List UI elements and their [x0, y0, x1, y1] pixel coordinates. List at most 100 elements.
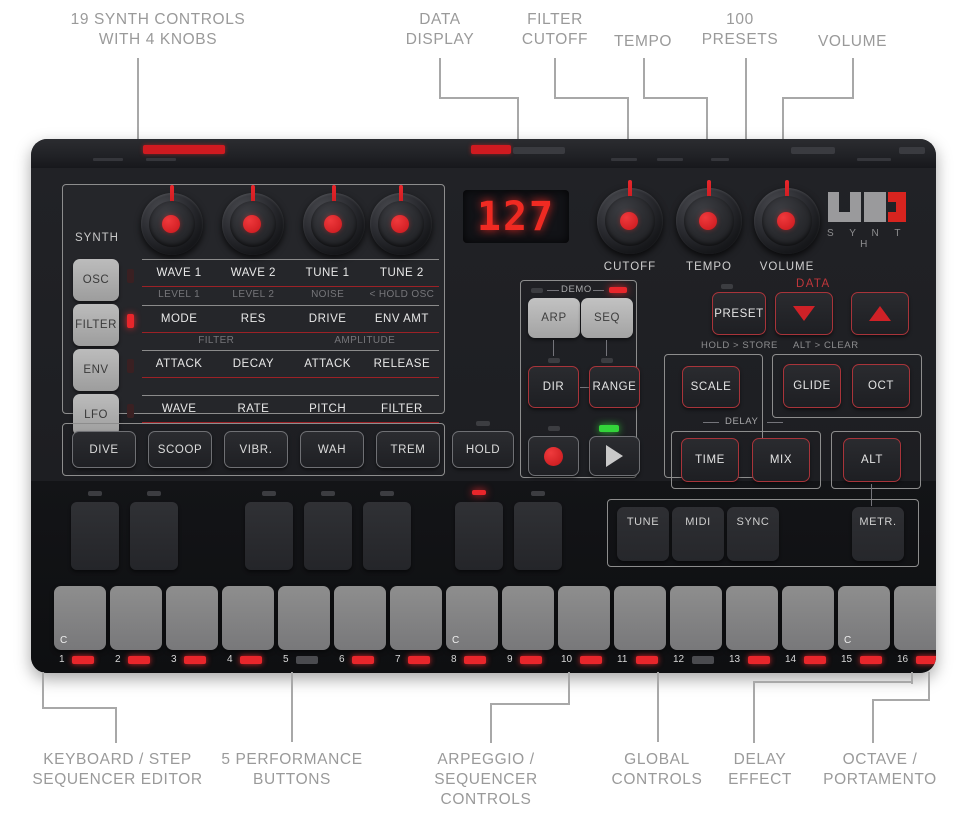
data-down-button[interactable]	[775, 292, 833, 335]
black-key-5[interactable]	[363, 502, 411, 570]
performance-button-scoop[interactable]: SCOOP	[148, 431, 212, 468]
step-number-16: 16	[897, 654, 909, 665]
white-key-1[interactable]: C	[54, 586, 106, 650]
demo-rule-left	[547, 290, 559, 292]
triangle-up-icon	[869, 306, 891, 321]
display-value: 127	[476, 193, 556, 240]
device-faceplate: SYNTH OSC FILTER ENV LFO WAVE 1 WAVE 2 T…	[31, 168, 936, 673]
knob-param-1[interactable]	[141, 185, 203, 255]
row-filter-bottom-rule	[142, 331, 439, 333]
uno-logo: S Y N T H	[826, 190, 908, 250]
knob-tempo[interactable]	[676, 180, 742, 254]
hold-button[interactable]: HOLD	[452, 431, 514, 468]
black-key-7[interactable]	[514, 502, 562, 570]
uno-logo-subtitle: S Y N T H	[827, 228, 907, 250]
white-key-3[interactable]	[166, 586, 218, 650]
step-number-11: 11	[617, 654, 628, 665]
black-key-2[interactable]	[130, 502, 178, 570]
glide-button[interactable]: GLIDE	[783, 364, 841, 408]
performance-button-trem[interactable]: TREM	[376, 431, 440, 468]
white-key-4[interactable]	[222, 586, 274, 650]
led-hold	[476, 421, 490, 426]
callout-performance: 5 PERFORMANCE BUTTONS	[221, 751, 363, 788]
step-led-10	[580, 656, 602, 664]
mode-button-osc[interactable]: OSC	[73, 259, 119, 301]
knob-center-2	[243, 215, 261, 233]
leader-arp-v1	[568, 672, 570, 704]
step-number-13: 13	[729, 654, 741, 665]
demo-rule-right	[593, 290, 604, 292]
delay-time-button[interactable]: TIME	[681, 438, 739, 482]
delay-mix-button[interactable]: MIX	[752, 438, 810, 482]
param-res: RES	[240, 313, 266, 325]
callout-delay: DELAY EFFECT	[728, 751, 792, 788]
oct-button[interactable]: OCT	[852, 364, 910, 408]
top-tiny-label-5	[711, 158, 729, 161]
black-key-1[interactable]	[71, 502, 119, 570]
play-button[interactable]	[589, 436, 640, 476]
leader-tempo-h	[643, 97, 708, 99]
white-key-12[interactable]	[670, 586, 722, 650]
env-header-filter: FILTER	[198, 335, 235, 346]
alt-button[interactable]: ALT	[843, 438, 901, 482]
arp-button[interactable]: ARP	[528, 298, 580, 338]
record-button[interactable]	[528, 436, 579, 476]
white-key-6[interactable]	[334, 586, 386, 650]
play-triangle-icon	[606, 445, 623, 467]
led-play	[599, 425, 619, 432]
step-number-10: 10	[561, 654, 573, 665]
top-red-port-mid	[471, 145, 511, 154]
white-key-15[interactable]: C	[838, 586, 890, 650]
knob-center-1	[162, 215, 180, 233]
dir-button[interactable]: DIR	[528, 366, 579, 408]
performance-button-vibr[interactable]: VIBR.	[224, 431, 288, 468]
step-led-6	[352, 656, 374, 664]
white-key-5[interactable]	[278, 586, 330, 650]
row-env-bottom-rule	[142, 376, 439, 378]
black-key-led-6	[472, 490, 486, 495]
knob-param-2[interactable]	[222, 185, 284, 255]
leader-performance	[291, 672, 293, 742]
seq-button[interactable]: SEQ	[581, 298, 633, 338]
black-key-3[interactable]	[245, 502, 293, 570]
white-key-9[interactable]	[502, 586, 554, 650]
black-key-led-4	[321, 491, 335, 496]
range-button[interactable]: RANGE	[589, 366, 640, 408]
white-key-7[interactable]	[390, 586, 442, 650]
knob-param-4[interactable]	[370, 185, 432, 255]
white-key-2[interactable]	[110, 586, 162, 650]
step-led-12	[692, 656, 714, 664]
top-red-port-left	[143, 145, 225, 154]
white-key-14[interactable]	[782, 586, 834, 650]
env-header-amplitude: AMPLITUDE	[334, 335, 396, 346]
performance-button-wah[interactable]: WAH	[300, 431, 364, 468]
step-number-2: 2	[115, 654, 121, 665]
white-key-8[interactable]: C	[446, 586, 498, 650]
performance-button-dive[interactable]: DIVE	[72, 431, 136, 468]
scale-button[interactable]: SCALE	[682, 366, 740, 408]
knob-cutoff[interactable]	[597, 180, 663, 254]
black-key-6[interactable]	[455, 502, 503, 570]
param-amp-release: RELEASE	[373, 358, 431, 370]
white-key-16[interactable]	[894, 586, 936, 650]
knob-label-volume: VOLUME	[759, 261, 815, 273]
preset-button[interactable]: PRESET	[712, 292, 766, 335]
knob-param-3[interactable]	[303, 185, 365, 255]
param-amp-attack: ATTACK	[304, 358, 351, 370]
led-arp	[531, 288, 543, 293]
step-led-13	[748, 656, 770, 664]
param-row-lfo: WAVE RATE PITCH FILTER	[142, 395, 439, 423]
white-key-13[interactable]	[726, 586, 778, 650]
callout-synth-controls: 19 SYNTH CONTROLS WITH 4 KNOBS	[70, 11, 246, 48]
leader-cutoff-v1	[554, 58, 556, 98]
step-led-1	[72, 656, 94, 664]
mode-button-filter[interactable]: FILTER	[73, 304, 119, 346]
white-key-11[interactable]	[614, 586, 666, 650]
step-led-14	[804, 656, 826, 664]
white-key-10[interactable]	[558, 586, 610, 650]
mode-button-env[interactable]: ENV	[73, 349, 119, 391]
black-key-4[interactable]	[304, 502, 352, 570]
data-up-button[interactable]	[851, 292, 909, 335]
param-wave1: WAVE 1	[156, 267, 202, 279]
knob-volume[interactable]	[754, 180, 820, 254]
